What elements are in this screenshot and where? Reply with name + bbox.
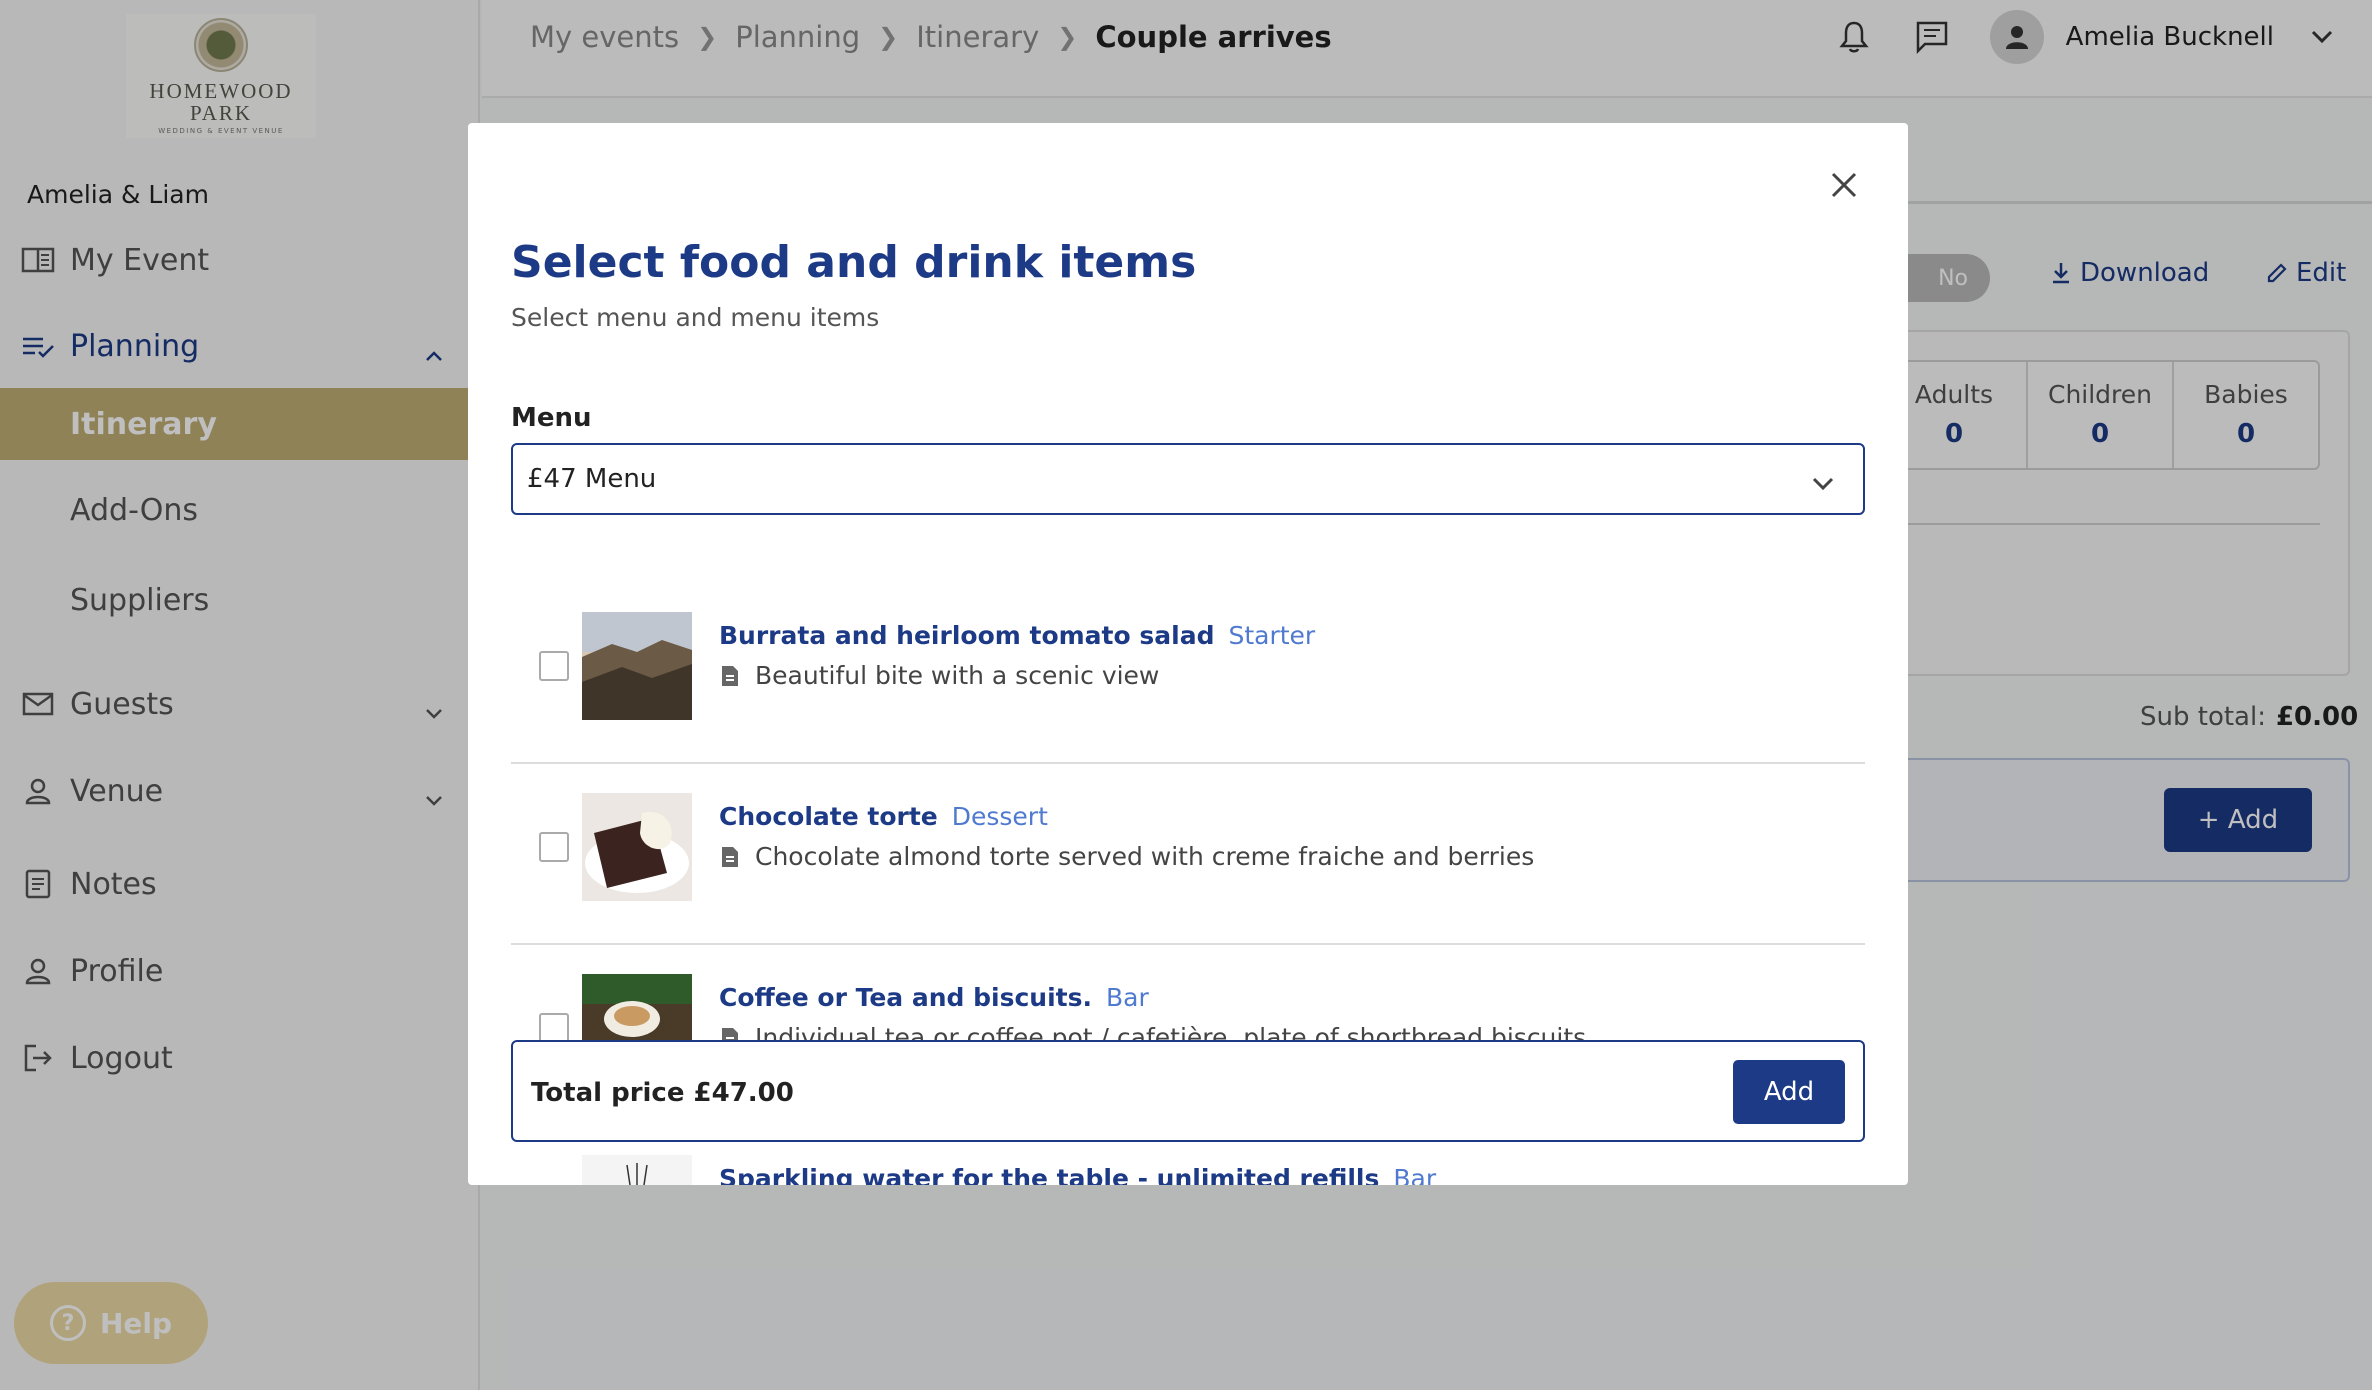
item-description: Beautiful bite with a scenic view [755,661,1160,690]
item-thumbnail [582,793,692,901]
item-category: Bar [1106,983,1149,1012]
total-bar: Total price £47.00 Add [511,1040,1865,1142]
item-name: Coffee or Tea and biscuits. [719,983,1092,1012]
menu-label: Menu [511,403,592,433]
select-items-modal: Select food and drink items Select menu … [468,123,1908,1185]
item-category: Starter [1228,621,1316,650]
item-thumbnail [582,612,692,720]
menu-select-value: £47 Menu [527,464,657,494]
description-icon [722,665,738,686]
item-category: Dessert [951,802,1048,831]
item-name: Chocolate torte [719,802,938,831]
list-item[interactable]: Burrata and heirloom tomato salad Starter… [511,583,1865,764]
add-button[interactable]: Add [1733,1060,1845,1124]
modal-subtitle: Select menu and menu items [511,303,880,332]
item-category: Bar [1393,1164,1437,1185]
list-item[interactable]: Chocolate torte Dessert Chocolate almond … [511,764,1865,945]
chevron-down-icon [1811,469,1835,499]
item-name: Sparkling water for the table - unlimite… [719,1164,1380,1185]
modal-title: Select food and drink items [511,237,1197,288]
menu-select[interactable]: £47 Menu [511,443,1865,515]
item-thumbnail [582,1155,692,1185]
total-price: Total price £47.00 [531,1078,794,1108]
item-checkbox[interactable] [539,832,569,862]
item-checkbox[interactable] [539,651,569,681]
item-description: Chocolate almond torte served with creme… [755,842,1535,871]
close-icon[interactable] [1824,165,1864,205]
item-name: Burrata and heirloom tomato salad [719,621,1215,650]
description-icon [722,846,738,867]
item-checkbox[interactable] [539,1013,569,1043]
